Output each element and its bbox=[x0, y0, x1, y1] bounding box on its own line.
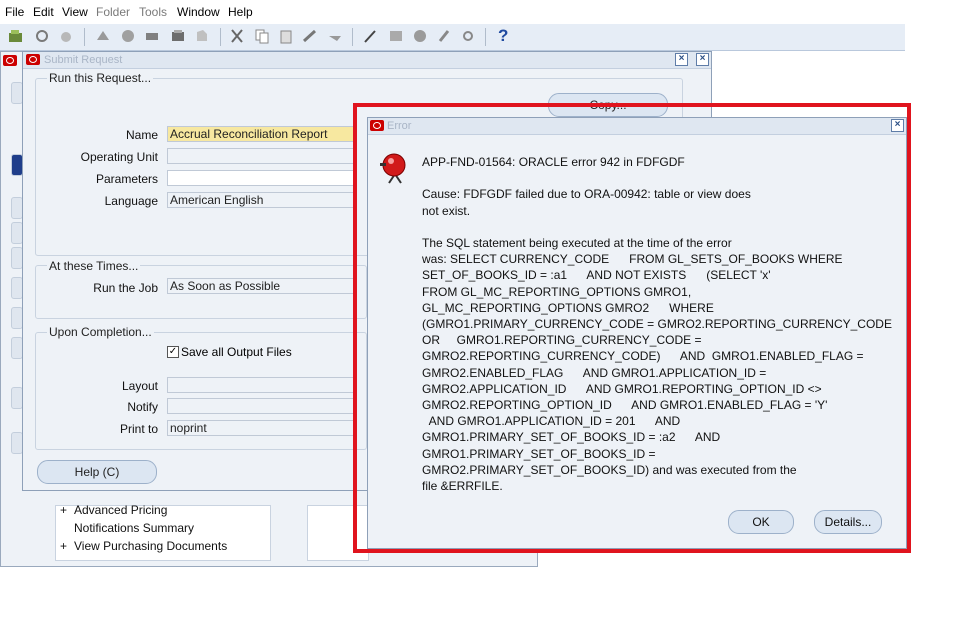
help-button[interactable]: Help (C) bbox=[37, 460, 157, 484]
oracle-logo-icon bbox=[26, 54, 40, 65]
close-icon[interactable]: × bbox=[696, 53, 709, 66]
menu-tools[interactable]: Tools bbox=[139, 5, 167, 19]
save-output-label: Save all Output Files bbox=[181, 345, 292, 359]
oracle-logo-icon bbox=[3, 55, 17, 66]
close-icon[interactable]: × bbox=[675, 53, 688, 66]
name-label: Name bbox=[125, 128, 158, 142]
toolbar-separator bbox=[485, 28, 486, 46]
operating-unit-label: Operating Unit bbox=[80, 150, 158, 164]
menu-bar: File Edit View Folder Tools Window Help bbox=[0, 0, 960, 24]
print-icon[interactable] bbox=[144, 28, 160, 44]
list-item[interactable]: Advanced Pricing bbox=[74, 503, 167, 517]
clear-record-icon[interactable] bbox=[302, 28, 318, 44]
print-to-field[interactable]: noprint bbox=[167, 420, 357, 436]
list-item[interactable]: View Purchasing Documents bbox=[74, 539, 227, 553]
toolbar-separator bbox=[220, 28, 221, 46]
menu-view[interactable]: View bbox=[62, 5, 88, 19]
next-step-icon[interactable] bbox=[95, 28, 111, 44]
new-record-icon[interactable] bbox=[194, 28, 210, 44]
notify-label: Notify bbox=[127, 400, 158, 414]
menu-window[interactable]: Window bbox=[177, 5, 220, 19]
attachments-icon[interactable] bbox=[436, 28, 452, 44]
list-item-prefix: + bbox=[60, 503, 68, 517]
save-icon[interactable] bbox=[58, 28, 74, 44]
parameters-label: Parameters bbox=[95, 172, 158, 186]
switch-responsibility-icon[interactable] bbox=[120, 28, 136, 44]
language-label: Language bbox=[104, 194, 158, 208]
cut-icon[interactable] bbox=[229, 28, 245, 44]
save-output-checkbox[interactable]: ✓ bbox=[167, 346, 179, 358]
list-item-prefix: + bbox=[60, 539, 68, 553]
menu-folder[interactable]: Folder bbox=[96, 5, 130, 19]
translations-icon[interactable] bbox=[412, 28, 428, 44]
toolbar-separator bbox=[352, 28, 353, 46]
menu-help[interactable]: Help bbox=[228, 5, 253, 19]
highlight-frame bbox=[353, 103, 911, 553]
operating-unit-field[interactable] bbox=[167, 148, 357, 164]
menu-file[interactable]: File bbox=[5, 5, 24, 19]
open-icon[interactable] bbox=[34, 28, 50, 44]
name-field[interactable]: Accrual Reconciliation Report bbox=[167, 126, 357, 142]
run-job-label: Run the Job bbox=[93, 281, 158, 295]
copy-icon[interactable] bbox=[254, 28, 270, 44]
close-form-icon[interactable] bbox=[170, 28, 186, 44]
parameters-field[interactable] bbox=[167, 170, 357, 186]
edit-field-icon[interactable] bbox=[363, 28, 379, 44]
menu-edit[interactable]: Edit bbox=[33, 5, 54, 19]
schedule-group-label: At these Times... bbox=[47, 259, 141, 273]
run-request-group-label: Run this Request... bbox=[47, 71, 154, 85]
folder-tools-icon[interactable] bbox=[460, 28, 476, 44]
submit-request-titlebar: Submit Request × × bbox=[23, 52, 711, 69]
layout-label: Layout bbox=[121, 379, 158, 393]
paste-icon[interactable] bbox=[278, 28, 294, 44]
run-job-field[interactable]: As Soon as Possible bbox=[167, 278, 357, 294]
completion-group-label: Upon Completion... bbox=[47, 325, 154, 339]
zoom-icon[interactable] bbox=[388, 28, 404, 44]
window-title: Submit Request bbox=[44, 54, 123, 66]
delete-record-icon[interactable] bbox=[327, 28, 343, 44]
navigator-list: + Advanced Pricing Notifications Summary… bbox=[55, 503, 271, 561]
toolbar: ? bbox=[0, 24, 905, 51]
notify-field[interactable] bbox=[167, 398, 357, 414]
layout-field[interactable] bbox=[167, 377, 357, 393]
help-icon[interactable]: ? bbox=[498, 26, 514, 45]
language-field[interactable]: American English bbox=[167, 192, 357, 208]
print-to-label: Print to bbox=[119, 422, 158, 436]
toolbar-separator bbox=[84, 28, 85, 46]
list-item[interactable]: Notifications Summary bbox=[74, 521, 194, 535]
new-icon[interactable] bbox=[8, 28, 24, 44]
